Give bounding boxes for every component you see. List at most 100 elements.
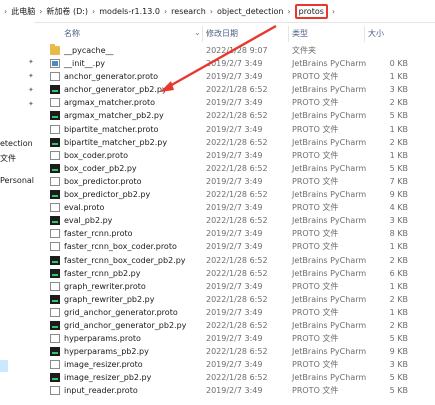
file-name: bipartite_matcher.proto bbox=[64, 124, 159, 134]
sidebar-item-files[interactable]: 文件 bbox=[0, 153, 16, 164]
pycharm-file-icon bbox=[50, 216, 60, 226]
file-type: PROTO 文件 bbox=[292, 98, 339, 108]
file-row[interactable]: bipartite_matcher.proto 2019/2/7 3:49 PROT… bbox=[34, 123, 435, 136]
file-size: 3 KB bbox=[389, 360, 408, 370]
file-name: input_reader.proto bbox=[64, 386, 138, 396]
breadcrumb-this-pc[interactable]: 此电脑 bbox=[11, 6, 35, 17]
file-date: 2022/1/28 9:07 bbox=[206, 46, 268, 55]
file-row[interactable]: box_coder_pb2.py 2022/1/28 6:52 JetBrains … bbox=[34, 162, 435, 175]
file-size: 5 KB bbox=[389, 163, 408, 173]
chevron-right-icon[interactable]: › bbox=[210, 7, 213, 16]
pin-icon[interactable]: ✦ bbox=[28, 100, 34, 108]
file-date: 2019/2/7 3:49 bbox=[206, 72, 263, 82]
file-date: 2022/1/28 6:52 bbox=[206, 137, 268, 147]
file-type: PROTO 文件 bbox=[292, 242, 339, 252]
file-row[interactable]: eval.proto 2019/2/7 3:49 PROTO 文件 4 KB bbox=[34, 201, 435, 214]
file-date: 2022/1/28 6:52 bbox=[206, 190, 268, 200]
sidebar-selection[interactable] bbox=[0, 360, 8, 372]
file-row[interactable]: anchor_generator_pb2.py 2022/1/28 6:52 Jet… bbox=[34, 83, 435, 96]
file-size: 5 KB bbox=[389, 111, 408, 121]
chevron-right-icon[interactable]: › bbox=[164, 7, 167, 16]
pycharm-file-icon bbox=[50, 294, 60, 304]
file-type: JetBrains PyCharm bbox=[292, 255, 367, 265]
file-type: PROTO 文件 bbox=[292, 281, 339, 291]
pin-icon[interactable]: ✦ bbox=[28, 86, 34, 94]
file-date: 2022/1/28 6:52 bbox=[206, 216, 268, 226]
file-name: grid_anchor_generator.proto bbox=[64, 307, 178, 317]
file-row[interactable]: image_resizer.proto 2019/2/7 3:49 PROTO 文件… bbox=[34, 358, 435, 371]
chevron-right-icon[interactable]: › bbox=[287, 7, 290, 16]
file-type: JetBrains PyCharm bbox=[292, 294, 367, 304]
file-row[interactable]: __pycache__ 2022/1/28 9:07 文件夹 bbox=[34, 44, 435, 57]
chevron-right-icon[interactable]: › bbox=[332, 7, 335, 16]
file-row[interactable]: faster_rcnn.proto 2019/2/7 3:49 PROTO 文件 8 … bbox=[34, 227, 435, 240]
chevron-right-icon[interactable]: › bbox=[39, 7, 42, 16]
file-size: 1 KB bbox=[389, 72, 408, 82]
column-divider[interactable] bbox=[202, 26, 203, 42]
file-row[interactable]: box_predictor.proto 2019/2/7 3:49 PROTO 文件… bbox=[34, 175, 435, 188]
file-type: JetBrains PyCharm bbox=[292, 216, 367, 226]
breadcrumb-object-detection[interactable]: object_detection bbox=[217, 7, 283, 16]
file-date: 2022/1/28 6:52 bbox=[206, 268, 268, 278]
file-date: 2022/1/28 6:52 bbox=[206, 347, 268, 357]
pin-icon[interactable]: ✦ bbox=[28, 58, 34, 66]
proto-file-icon bbox=[50, 307, 60, 317]
breadcrumb-protos[interactable]: protos bbox=[294, 3, 328, 19]
file-row[interactable]: faster_rcnn_pb2.py 2022/1/28 6:52 JetBrain… bbox=[34, 267, 435, 280]
file-row[interactable]: faster_rcnn_box_coder.proto 2019/2/7 3:49… bbox=[34, 240, 435, 253]
file-row[interactable]: argmax_matcher.proto 2019/2/7 3:49 PROTO 文… bbox=[34, 96, 435, 109]
file-row[interactable]: hyperparams_pb2.py 2022/1/28 6:52 JetBrain… bbox=[34, 345, 435, 358]
file-type: 文件夹 bbox=[292, 46, 316, 55]
proto-file-icon bbox=[50, 176, 60, 186]
file-type: PROTO 文件 bbox=[292, 124, 339, 134]
file-row[interactable]: box_coder.proto 2019/2/7 3:49 PROTO 文件 1 KB bbox=[34, 149, 435, 162]
chevron-right-icon[interactable]: › bbox=[4, 7, 7, 16]
file-row[interactable]: grid_anchor_generator.proto 2019/2/7 3:49… bbox=[34, 306, 435, 319]
file-name: box_coder_pb2.py bbox=[64, 163, 137, 173]
column-size-header[interactable]: 大小 bbox=[368, 28, 384, 39]
file-row[interactable]: input_reader.proto 2019/2/7 3:49 PROTO 文件 5… bbox=[34, 384, 435, 397]
file-date: 2019/2/7 3:49 bbox=[206, 386, 263, 396]
pycharm-file-icon bbox=[50, 111, 60, 121]
file-type: JetBrains PyCharm bbox=[292, 163, 367, 173]
file-row[interactable]: graph_rewriter_pb2.py 2022/1/28 6:52 JetBr… bbox=[34, 293, 435, 306]
file-type: PROTO 文件 bbox=[292, 386, 339, 396]
column-divider[interactable] bbox=[288, 26, 289, 42]
file-row[interactable]: bipartite_matcher_pb2.py 2022/1/28 6:52 Je… bbox=[34, 136, 435, 149]
proto-file-icon bbox=[50, 229, 60, 239]
file-date: 2019/2/7 3:49 bbox=[206, 307, 263, 317]
file-type: PROTO 文件 bbox=[292, 176, 339, 186]
file-row[interactable]: faster_rcnn_box_coder_pb2.py 2022/1/28 6:… bbox=[34, 254, 435, 267]
pycharm-file-icon bbox=[50, 268, 60, 278]
proto-file-icon bbox=[50, 281, 60, 291]
column-date-header[interactable]: 修改日期 bbox=[206, 28, 238, 39]
file-size: 1 KB bbox=[389, 281, 408, 291]
collapse-icon[interactable]: ⌄ bbox=[194, 28, 201, 37]
file-name: hyperparams.proto bbox=[64, 334, 141, 344]
file-date: 2019/2/7 3:49 bbox=[206, 98, 263, 108]
file-row[interactable]: box_predictor_pb2.py 2022/1/28 6:52 JetBra… bbox=[34, 188, 435, 201]
file-row[interactable]: argmax_matcher_pb2.py 2022/1/28 6:52 JetBr… bbox=[34, 109, 435, 122]
pin-icon[interactable]: ✦ bbox=[28, 72, 34, 80]
file-row[interactable]: grid_anchor_generator_pb2.py 2022/1/28 6:… bbox=[34, 319, 435, 332]
chevron-right-icon[interactable]: › bbox=[92, 7, 95, 16]
file-row[interactable]: hyperparams.proto 2019/2/7 3:49 PROTO 文件 5 … bbox=[34, 332, 435, 345]
column-type-header[interactable]: 类型 bbox=[292, 28, 308, 39]
sidebar-item-object-detection[interactable]: etection bbox=[0, 139, 33, 148]
column-divider[interactable] bbox=[364, 26, 365, 42]
breadcrumb-research[interactable]: research bbox=[171, 7, 206, 16]
file-row[interactable]: eval_pb2.py 2022/1/28 6:52 JetBrains PyCha… bbox=[34, 214, 435, 227]
sidebar-item-personal[interactable]: Personal bbox=[0, 176, 34, 185]
file-size: 9 KB bbox=[389, 190, 408, 200]
pycharm-file-icon bbox=[50, 373, 60, 383]
file-row[interactable]: image_resizer_pb2.py 2022/1/28 6:52 JetBra… bbox=[34, 371, 435, 384]
column-name-header[interactable]: 名称 bbox=[64, 28, 80, 39]
breadcrumb-models[interactable]: models-r1.13.0 bbox=[99, 7, 160, 16]
file-name: argmax_matcher_pb2.py bbox=[64, 111, 164, 121]
file-type: PROTO 文件 bbox=[292, 229, 339, 239]
file-row[interactable]: __init__.py 2019/2/7 3:49 JetBrains PyChar… bbox=[34, 57, 435, 70]
file-type: PROTO 文件 bbox=[292, 150, 339, 160]
file-row[interactable]: anchor_generator.proto 2019/2/7 3:49 PROTO… bbox=[34, 70, 435, 83]
file-row[interactable]: graph_rewriter.proto 2019/2/7 3:49 PROTO 文… bbox=[34, 280, 435, 293]
breadcrumb-drive[interactable]: 新加卷 (D:) bbox=[46, 6, 88, 17]
